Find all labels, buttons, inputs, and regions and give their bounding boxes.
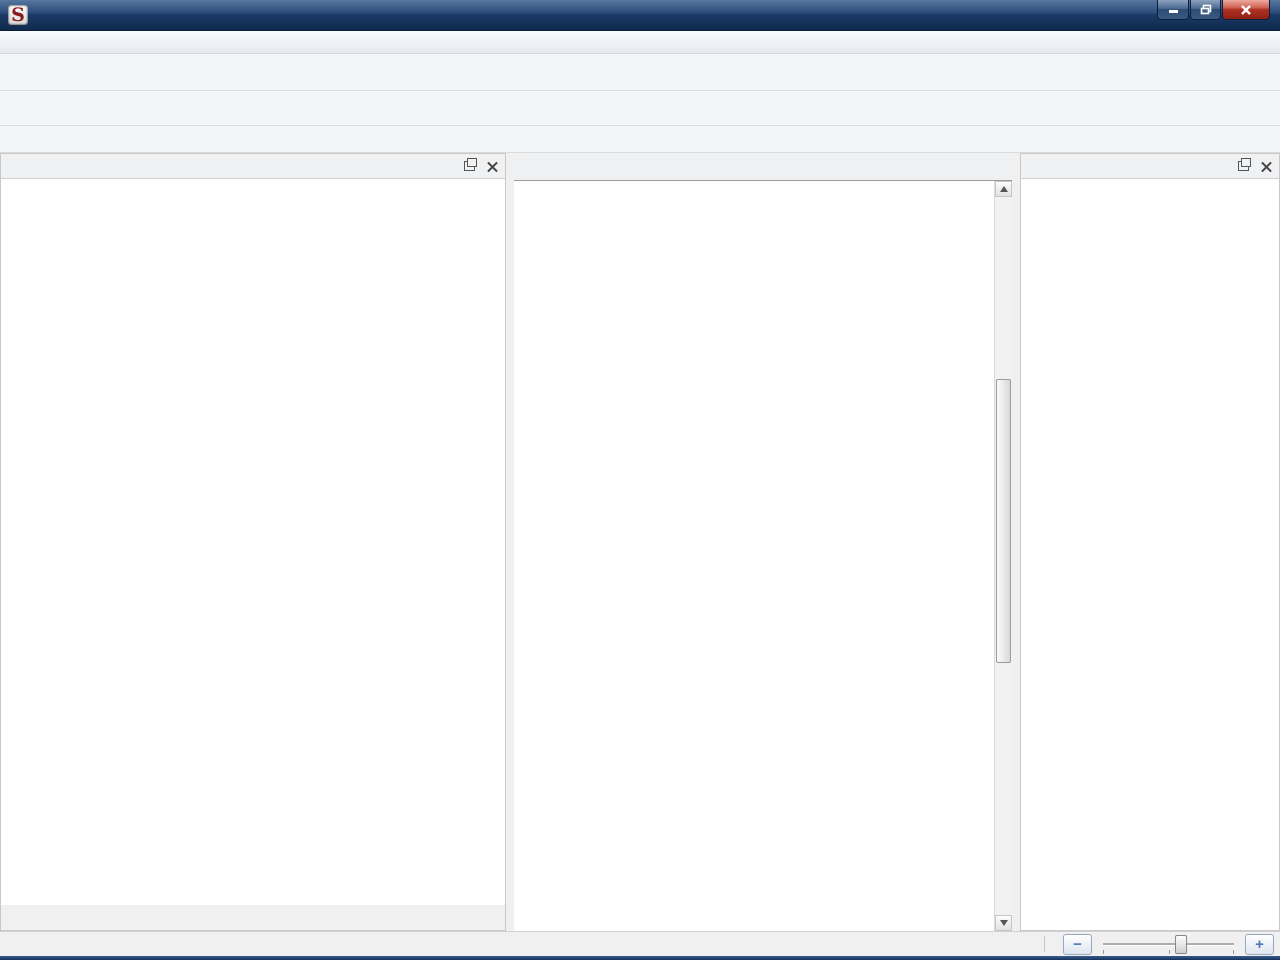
- scroll-up-icon[interactable]: [995, 181, 1012, 197]
- preview-panel: [0, 153, 506, 931]
- book-browser-panel: [1020, 153, 1280, 931]
- close-panel-icon[interactable]: [487, 161, 498, 172]
- format-toolbar: [0, 91, 1280, 126]
- zoom-slider-handle[interactable]: [1175, 935, 1187, 954]
- window-frame: [0, 956, 1280, 960]
- editor-tab-bar: [514, 153, 1012, 181]
- sigil-logo-icon: S: [8, 5, 28, 25]
- statusbar-separator: [1044, 936, 1045, 952]
- scroll-down-icon[interactable]: [995, 915, 1012, 931]
- preview-bottom-tabs: [1, 905, 505, 930]
- scrollbar-thumb[interactable]: [996, 379, 1011, 663]
- title-bar: S: [0, 0, 1280, 31]
- menu-bar: [0, 31, 1280, 54]
- zoom-slider[interactable]: [1101, 935, 1236, 954]
- sigil-window: S: [0, 0, 1280, 960]
- preview-content: [1, 179, 505, 905]
- splitter-right[interactable]: [1012, 153, 1020, 931]
- main-toolbar: [0, 54, 1280, 91]
- clips-toolbar: [0, 126, 1280, 153]
- code-editor: [514, 153, 1012, 931]
- minimize-button[interactable]: [1157, 0, 1189, 20]
- preview-panel-header: [1, 154, 505, 179]
- float-panel-icon[interactable]: [1238, 161, 1249, 171]
- restore-button[interactable]: [1190, 0, 1221, 20]
- close-button[interactable]: [1222, 0, 1270, 20]
- book-browser-tree: [1021, 179, 1279, 930]
- splitter-left[interactable]: [506, 153, 514, 931]
- close-panel-icon[interactable]: [1261, 161, 1272, 172]
- book-browser-header: [1021, 154, 1279, 179]
- float-panel-icon[interactable]: [464, 161, 475, 171]
- main-area: [0, 153, 1280, 931]
- status-bar: − +: [0, 931, 1280, 956]
- editor-scrollbar[interactable]: [994, 181, 1012, 931]
- window-controls: [1157, 0, 1270, 20]
- preview-grid-container: [8, 188, 505, 451]
- zoom-out-button[interactable]: −: [1063, 934, 1092, 955]
- code-area[interactable]: [514, 181, 1012, 931]
- zoom-in-button[interactable]: +: [1245, 934, 1274, 955]
